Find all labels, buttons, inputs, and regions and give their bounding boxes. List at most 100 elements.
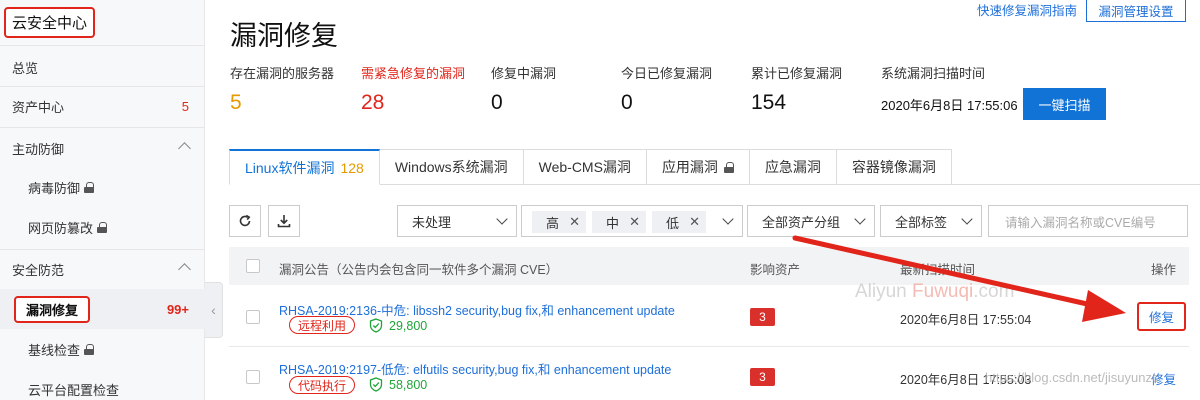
chevron-left-icon: ‹	[211, 302, 216, 318]
tag-select-value: 全部标签	[895, 214, 948, 230]
brand-title[interactable]: 云安全中心	[4, 7, 96, 38]
one-click-scan-button[interactable]: 一键扫描	[1023, 88, 1106, 120]
sidebar-item-cloud-config[interactable]: 云平台配置检查	[0, 369, 205, 400]
export-button[interactable]	[268, 205, 300, 237]
sidebar-item-label: 总览	[12, 60, 39, 76]
app-root: 云安全中心 总览 资产中心 5 主动防御 病毒防御 网页防篡改 安全防范 漏洞修…	[0, 0, 1200, 400]
sidebar-item-overview[interactable]: 总览	[0, 47, 205, 87]
level-tag-medium[interactable]: 中 ✕	[592, 211, 646, 233]
watermark-text: .com	[973, 281, 1015, 302]
stat-label: 需紧急修复的漏洞	[361, 66, 466, 81]
asset-group-value: 全部资产分组	[762, 214, 841, 230]
shield-check-icon	[369, 318, 383, 333]
affected-assets-badge[interactable]: 3	[750, 368, 775, 386]
stat-fixed-total: 累计已修复漏洞 154	[751, 63, 842, 115]
vuln-score: 29,800	[369, 318, 427, 333]
tab-label: 应急漏洞	[764, 159, 821, 175]
lock-icon	[97, 221, 108, 233]
arrow-head	[1082, 290, 1126, 322]
row-checkbox[interactable]	[246, 310, 260, 324]
divider	[229, 346, 1189, 347]
count-badge: 5	[181, 98, 189, 114]
lock-icon	[723, 161, 734, 173]
tab-label: Web-CMS漏洞	[538, 159, 631, 175]
stat-value: 2020年6月8日 17:55:06	[881, 98, 1018, 113]
column-header-time: 最新扫描时间	[900, 263, 976, 277]
sidebar-item-active-defense[interactable]: 主动防御	[0, 128, 205, 168]
stat-urgent-vulns: 需紧急修复的漏洞 28	[361, 63, 465, 115]
stat-value[interactable]: 5	[230, 91, 334, 115]
refresh-button[interactable]	[229, 205, 261, 237]
stat-value: 154	[751, 91, 787, 114]
close-icon[interactable]: ✕	[629, 214, 640, 230]
sidebar-item-vuln-fix[interactable]: 漏洞修复 99+	[0, 289, 205, 329]
select-all-checkbox[interactable]	[246, 259, 260, 273]
tab-label: Windows系统漏洞	[394, 159, 508, 175]
count-badge: 99+	[166, 301, 189, 317]
vuln-search-input[interactable]: 请输入漏洞名称或CVE编号	[988, 205, 1188, 237]
exploit-tag: 远程利用	[289, 316, 356, 334]
stat-label: 今日已修复漏洞	[621, 66, 713, 81]
level-multiselect[interactable]: 高 ✕ 中 ✕ 低 ✕	[521, 205, 743, 237]
tab-emergency[interactable]: 应急漏洞	[749, 149, 837, 185]
close-icon[interactable]: ✕	[689, 214, 700, 230]
refresh-icon	[239, 214, 251, 227]
score-value: 29,800	[389, 318, 428, 333]
vuln-type-tabs: Linux软件漏洞 128 Windows系统漏洞 Web-CMS漏洞 应用漏洞…	[229, 149, 952, 185]
tab-count: 128	[340, 159, 364, 176]
close-icon[interactable]: ✕	[569, 214, 580, 230]
status-select[interactable]: 未处理	[397, 205, 517, 237]
vuln-score: 58,800	[369, 377, 427, 392]
sidebar-collapse-handle[interactable]: ‹	[205, 282, 223, 338]
stat-value: 0	[621, 91, 633, 114]
asset-group-select[interactable]: 全部资产分组	[747, 205, 875, 237]
sidebar-item-virus-defense[interactable]: 病毒防御	[0, 167, 205, 207]
tag-label: 高	[546, 215, 560, 231]
tab-label: Linux软件漏洞	[245, 159, 335, 176]
stat-label: 累计已修复漏洞	[751, 66, 843, 81]
column-header-name: 漏洞公告（公告内会包含同一软件多个漏洞 CVE）	[279, 263, 559, 277]
affected-assets-badge[interactable]: 3	[750, 308, 775, 326]
stat-scan-time: 系统漏洞扫描时间 2020年6月8日 17:55:06	[881, 63, 1018, 114]
sidebar-item-assets[interactable]: 资产中心 5	[0, 86, 205, 126]
sidebar-item-label: 资产中心	[12, 99, 65, 115]
sidebar-item-web-tamper[interactable]: 网页防篡改	[0, 207, 205, 247]
chevron-up-icon	[178, 263, 191, 276]
guide-link[interactable]: 快速修复漏洞指南	[977, 0, 1077, 19]
lock-icon	[84, 181, 95, 193]
sidebar-item-label: 漏洞修复	[14, 295, 91, 323]
tab-linux[interactable]: Linux软件漏洞 128	[229, 149, 380, 185]
stat-value[interactable]: 28	[361, 91, 465, 115]
chevron-down-icon	[496, 213, 508, 225]
level-tag-low[interactable]: 低 ✕	[652, 211, 706, 233]
sidebar-item-label: 云平台配置检查	[28, 382, 120, 398]
shield-check-icon	[369, 377, 383, 392]
tab-web-cms[interactable]: Web-CMS漏洞	[523, 149, 647, 185]
fix-button[interactable]: 修复	[1137, 302, 1187, 331]
download-icon	[277, 215, 291, 228]
sidebar-item-baseline[interactable]: 基线检查	[0, 329, 205, 369]
tag-select[interactable]: 全部标签	[880, 205, 982, 237]
vuln-settings-button[interactable]: 漏洞管理设置	[1086, 0, 1186, 22]
tab-windows[interactable]: Windows系统漏洞	[379, 149, 524, 185]
chevron-down-icon	[854, 213, 866, 225]
watermark-text: Fuwuqi	[912, 281, 974, 302]
page-title: 漏洞修复	[230, 21, 338, 51]
sidebar-item-security-prevention[interactable]: 安全防范	[0, 249, 205, 289]
level-tag-high[interactable]: 高 ✕	[532, 211, 586, 233]
exploit-tag: 代码执行	[289, 376, 356, 394]
sidebar-item-label: 基线检查	[28, 342, 81, 358]
sidebar-item-label: 主动防御	[12, 141, 65, 157]
tab-application[interactable]: 应用漏洞	[646, 149, 750, 185]
sidebar: 云安全中心 总览 资产中心 5 主动防御 病毒防御 网页防篡改 安全防范 漏洞修…	[0, 0, 205, 400]
row-checkbox[interactable]	[246, 370, 260, 384]
stat-fixed-today: 今日已修复漏洞 0	[621, 63, 712, 115]
watermark-url: https://blog.csdn.net/jisuyunzc	[985, 370, 1159, 385]
tab-container-image[interactable]: 容器镜像漏洞	[836, 149, 952, 185]
stat-value: 0	[491, 91, 503, 114]
sidebar-item-label: 网页防篡改	[28, 220, 94, 236]
watermark-text: Aliyun	[855, 281, 913, 302]
watermark: Aliyun Fuwuqi.com	[855, 281, 1014, 303]
chevron-down-icon	[961, 213, 973, 225]
score-value: 58,800	[389, 377, 428, 392]
